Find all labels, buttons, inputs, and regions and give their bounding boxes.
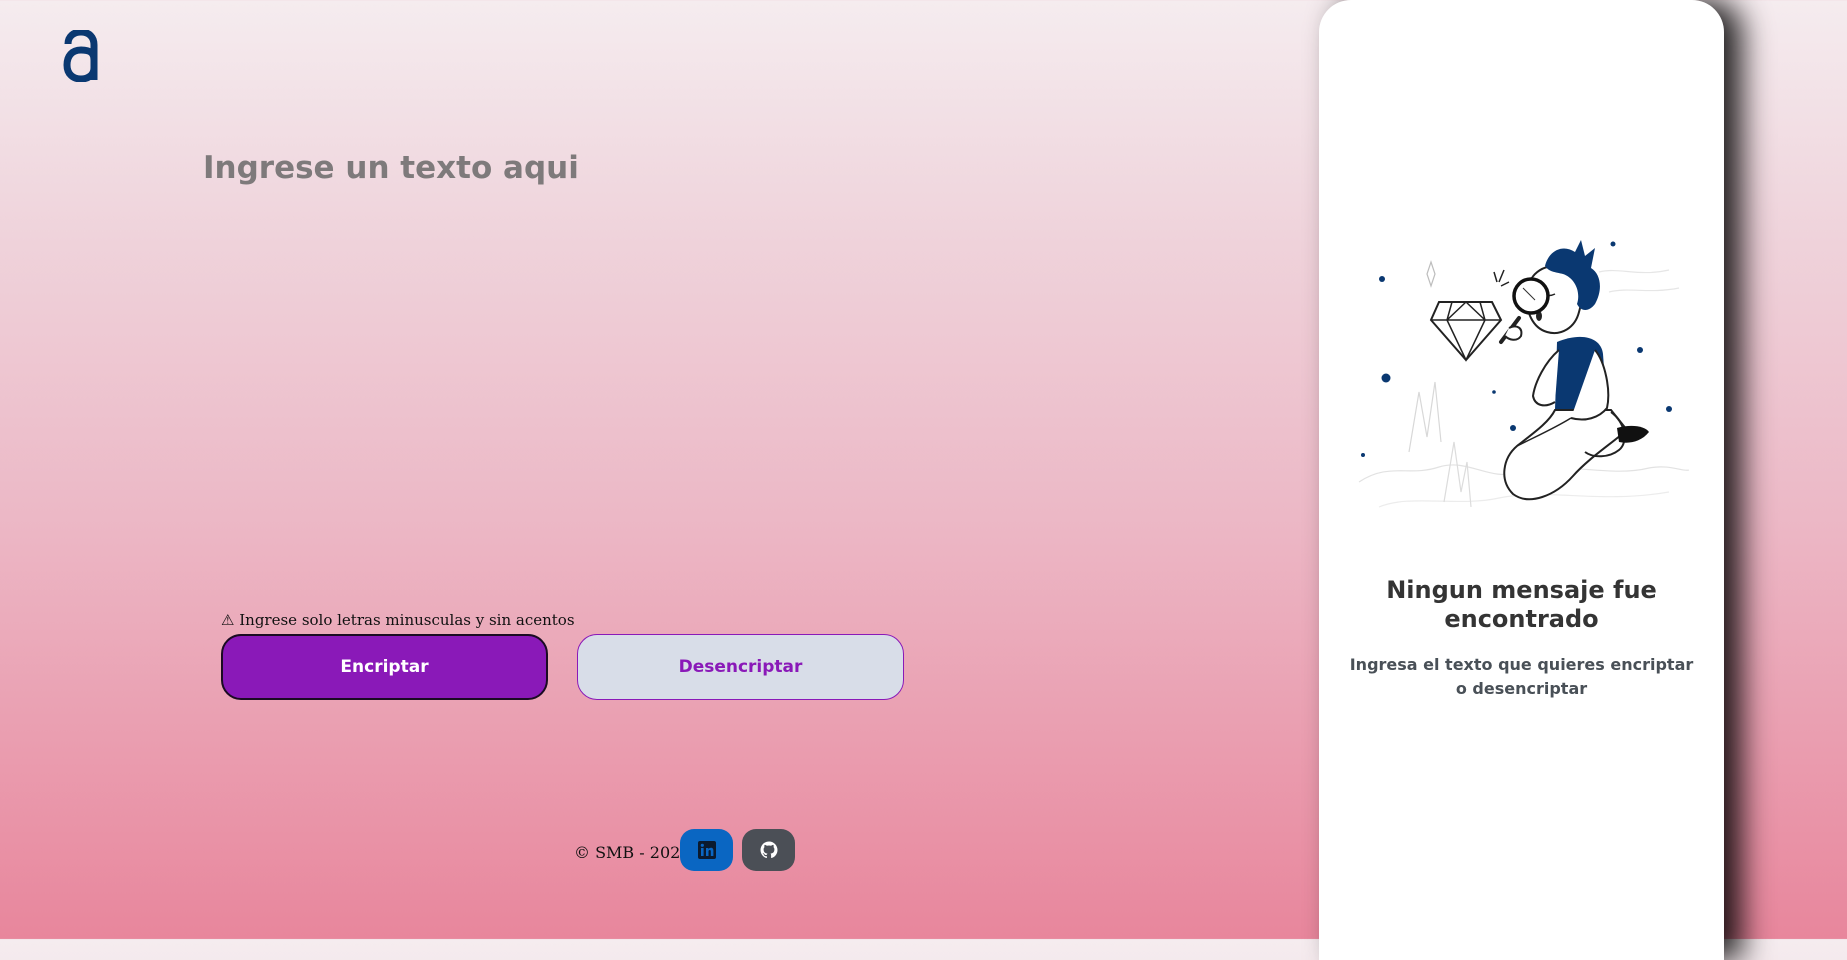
warning-text: Ingrese solo letras minusculas y sin ace… <box>239 611 575 629</box>
output-panel: Ningun mensaje fue encontrado Ingresa el… <box>1319 0 1724 960</box>
text-input[interactable] <box>203 150 903 570</box>
linkedin-icon <box>697 841 716 859</box>
warning-message: ⚠ Ingrese solo letras minusculas y sin a… <box>221 611 575 629</box>
github-button[interactable] <box>742 829 795 871</box>
decrypt-button[interactable]: Desencriptar <box>577 634 904 700</box>
copyright-text: © SMB - 2022 <box>574 843 691 862</box>
warning-icon: ⚠ <box>221 611 235 629</box>
no-message-description: Ingresa el texto que quieres encriptar o… <box>1349 655 1694 698</box>
linkedin-button[interactable] <box>680 829 733 871</box>
alura-logo-icon <box>63 30 98 82</box>
person-with-magnifying-glass-and-diamond-illustration <box>1358 240 1690 508</box>
no-message-title: Ningun mensaje fue encontrado <box>1386 576 1657 633</box>
encrypt-button[interactable]: Encriptar <box>221 634 548 700</box>
github-icon <box>760 841 777 859</box>
